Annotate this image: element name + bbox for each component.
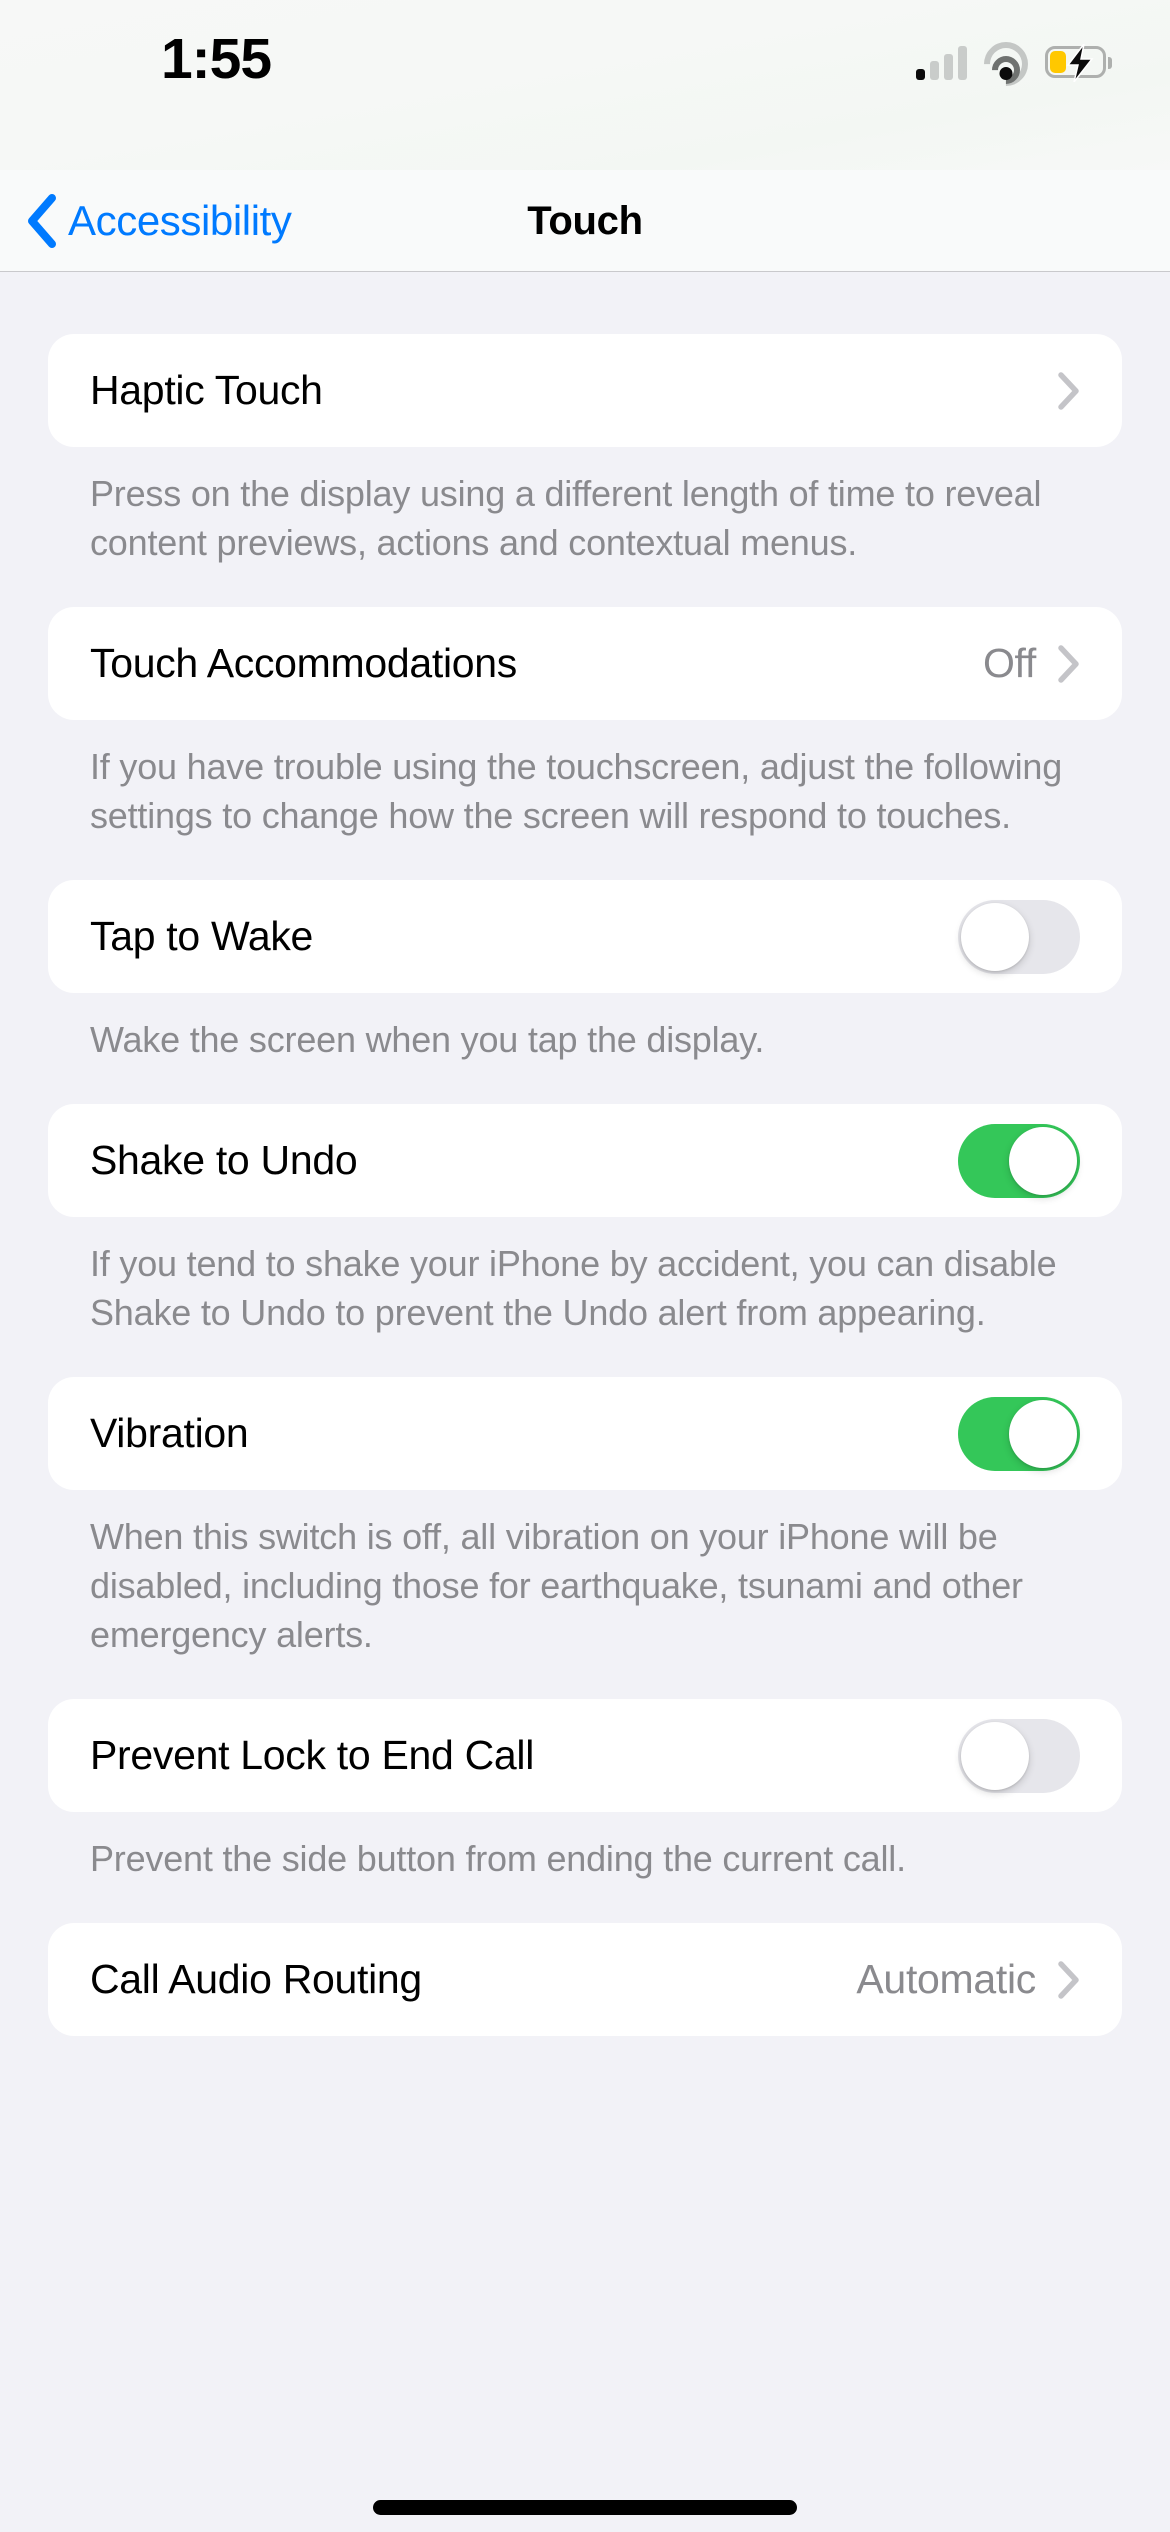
settings-card: Prevent Lock to End Call — [48, 1699, 1122, 1812]
settings-row-accessory — [958, 1123, 1080, 1198]
charging-bolt-icon — [1066, 44, 1094, 82]
settings-card: Tap to Wake — [48, 880, 1122, 993]
settings-group-footer: If you tend to shake your iPhone by acci… — [90, 1243, 1057, 1333]
settings-group-footer: Press on the display using a different l… — [90, 473, 1042, 563]
settings-row-label: Vibration — [90, 1410, 249, 1456]
settings-row-accessory — [1058, 371, 1080, 410]
settings-row-value: Off — [982, 640, 1036, 686]
wifi-icon — [974, 32, 1038, 96]
settings-group: Vibration When this switch is off, all vi… — [48, 1377, 1122, 1659]
settings-group-footer: When this switch is off, all vibration o… — [90, 1516, 1023, 1655]
settings-group: Shake to Undo If you tend to shake your i… — [48, 1104, 1122, 1337]
settings-row-label: Prevent Lock to End Call — [90, 1732, 535, 1778]
status-bar: 1:55 — [0, 0, 1170, 170]
settings-list[interactable]: Haptic Touch Press on the display using a… — [0, 272, 1170, 2532]
settings-row-accessory — [958, 899, 1080, 974]
settings-row-label: Call Audio Routing — [90, 1956, 422, 2002]
toggle-knob — [961, 902, 1029, 971]
chevron-left-icon — [28, 194, 56, 248]
toggle-switch[interactable] — [958, 1718, 1080, 1793]
settings-row[interactable]: Touch Accommodations Off — [48, 607, 1122, 720]
battery-charging-icon — [1045, 44, 1112, 82]
settings-group-footer: Prevent the side button from ending the … — [90, 1838, 906, 1879]
settings-card: Vibration — [48, 1377, 1122, 1490]
settings-group-footer: Wake the screen when you tap the display… — [90, 1019, 765, 1060]
chevron-right-icon — [1058, 1960, 1079, 1999]
toggle-switch[interactable] — [958, 1396, 1080, 1471]
settings-row-label: Haptic Touch — [90, 367, 323, 413]
settings-card: Call Audio Routing Automatic — [48, 1923, 1122, 2036]
settings-row-accessory — [958, 1396, 1080, 1471]
status-bar-indicators — [916, 30, 1112, 96]
settings-row-value: Automatic — [856, 1956, 1036, 2002]
toggle-knob — [1009, 1126, 1077, 1195]
settings-row[interactable]: Prevent Lock to End Call — [48, 1699, 1122, 1812]
settings-group-footer: If you have trouble using the touchscree… — [90, 746, 1063, 836]
settings-card: Haptic Touch — [48, 334, 1122, 447]
toggle-knob — [961, 1721, 1029, 1790]
settings-row-accessory — [958, 1718, 1080, 1793]
toggle-switch[interactable] — [958, 899, 1080, 974]
settings-row[interactable]: Call Audio Routing Automatic — [48, 1923, 1122, 2036]
settings-group: Tap to Wake Wake the screen when you tap … — [48, 880, 1122, 1064]
navigation-bar: Touch Accessibility — [0, 170, 1170, 272]
status-bar-clock: 1:55 — [160, 27, 272, 91]
settings-group: Haptic Touch Press on the display using a… — [48, 334, 1122, 567]
chevron-right-icon — [1058, 371, 1079, 410]
home-indicator — [373, 2500, 797, 2515]
settings-row-accessory: Off — [983, 640, 1080, 687]
iphone-screen: 1:55 Touch Accessibility Haptic Touch Pr… — [0, 0, 1170, 2532]
settings-group: Call Audio Routing Automatic — [48, 1923, 1122, 2036]
settings-row[interactable]: Tap to Wake — [48, 880, 1122, 993]
settings-card: Touch Accommodations Off — [48, 607, 1122, 720]
toggle-knob — [1009, 1399, 1077, 1468]
toggle-switch[interactable] — [958, 1123, 1080, 1198]
back-button-label: Accessibility — [68, 197, 292, 244]
settings-row-label: Shake to Undo — [90, 1137, 358, 1183]
settings-row-label: Touch Accommodations — [90, 640, 518, 686]
chevron-right-icon — [1058, 644, 1079, 683]
settings-row[interactable]: Vibration — [48, 1377, 1122, 1490]
settings-group: Prevent Lock to End Call Prevent the side… — [48, 1699, 1122, 1883]
settings-row-accessory: Automatic — [856, 1956, 1080, 2003]
settings-card: Shake to Undo — [48, 1104, 1122, 1217]
settings-group: Touch Accommodations Off If you have troub… — [48, 607, 1122, 840]
settings-row-label: Tap to Wake — [90, 913, 314, 959]
settings-row[interactable]: Haptic Touch — [48, 334, 1122, 447]
settings-row[interactable]: Shake to Undo — [48, 1104, 1122, 1217]
cellular-bars-icon — [916, 46, 967, 80]
back-button[interactable]: Accessibility — [26, 170, 292, 272]
